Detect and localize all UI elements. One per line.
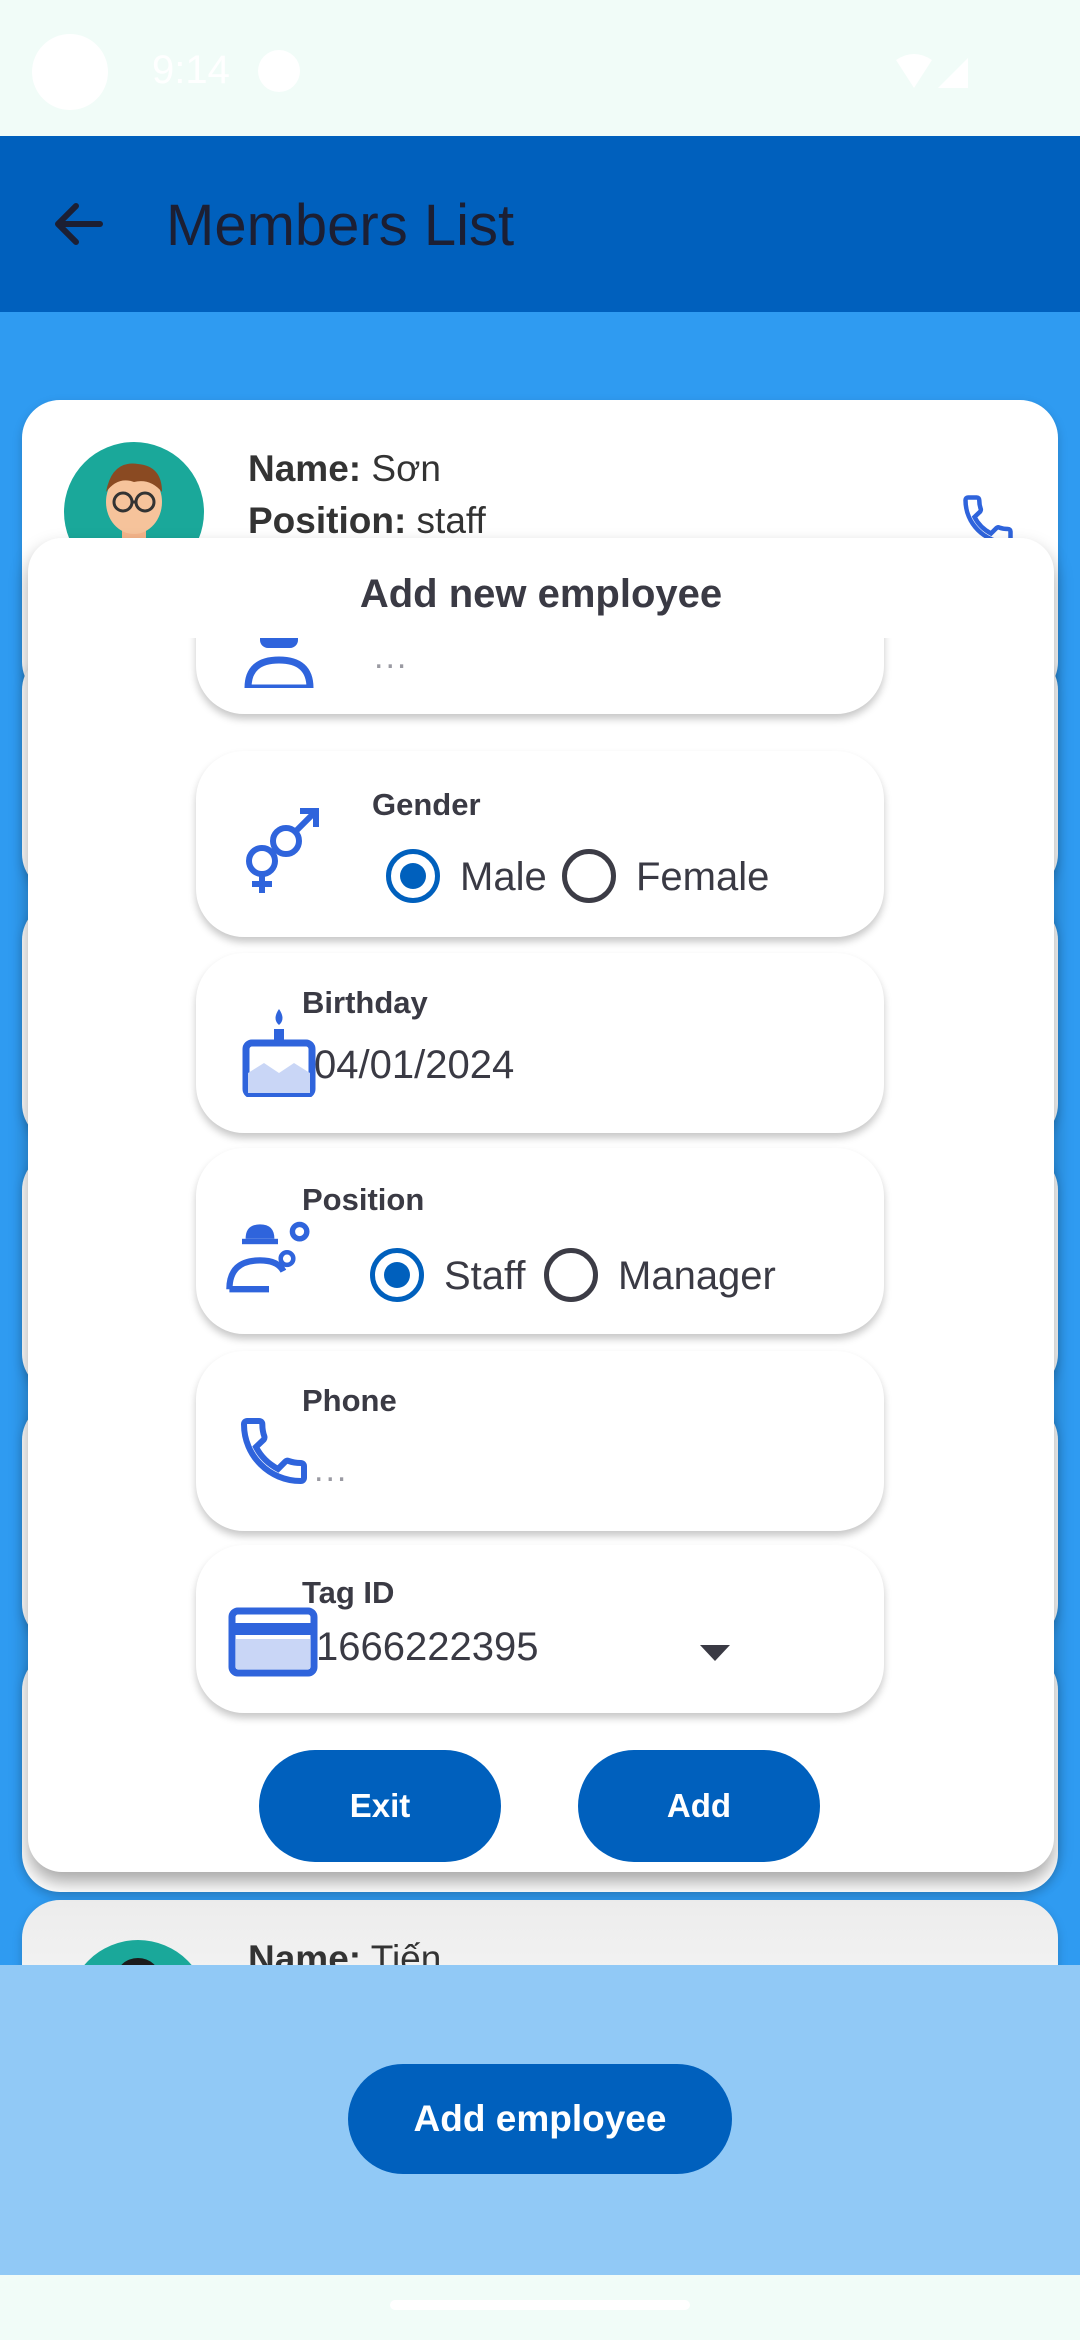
page-title: Members List (166, 193, 515, 258)
member-name: Name: Sơn (248, 448, 441, 489)
birthday-value[interactable]: 04/01/2024 (314, 1043, 514, 1088)
male-radio[interactable] (386, 849, 440, 903)
add-employee-dialog: Add new employee ... Gender Male Female … (28, 538, 1054, 1872)
position-label: Position (302, 1182, 425, 1217)
manager-radio[interactable] (544, 1248, 598, 1302)
dialog-title: Add new employee (359, 572, 723, 616)
tag-id-value[interactable]: 1666222395 (316, 1625, 538, 1670)
member-name: Name: Tiến (248, 1938, 442, 1965)
phone-icon (240, 1418, 307, 1485)
status-bar: 9:14 (0, 0, 1080, 136)
add-button[interactable]: Add (578, 1750, 820, 1862)
phone-placeholder: ... (314, 1451, 349, 1489)
male-label[interactable]: Male (460, 855, 547, 900)
gender-field: Gender Male Female (196, 751, 884, 937)
female-radio[interactable] (562, 849, 616, 903)
exit-button[interactable]: Exit (259, 1750, 501, 1862)
worker-gear-icon (226, 1221, 310, 1293)
tag-id-label: Tag ID (302, 1575, 395, 1610)
name-placeholder: ... (374, 638, 409, 676)
notification-dot-icon (32, 34, 108, 110)
wifi-signal-icon (896, 54, 968, 88)
dropdown-caret-icon[interactable] (700, 1645, 730, 1661)
app-bar: Members List (0, 136, 1080, 312)
staff-radio[interactable] (370, 1248, 424, 1302)
phone-field[interactable]: Phone ... (196, 1351, 884, 1531)
staff-label[interactable]: Staff (444, 1254, 526, 1299)
position-field: Position Staff Manager (196, 1148, 884, 1334)
avatar (68, 1940, 208, 1965)
tag-id-field[interactable]: Tag ID 1666222395 (196, 1545, 884, 1713)
gender-label: Gender (372, 787, 481, 822)
back-arrow-icon[interactable] (46, 192, 110, 256)
dialog-form[interactable]: ... Gender Male Female Birthday 04/01/20… (28, 638, 1054, 1738)
birthday-label: Birthday (302, 985, 428, 1020)
manager-label[interactable]: Manager (618, 1254, 776, 1299)
person-icon (244, 638, 314, 688)
gender-icon (246, 808, 319, 893)
female-label[interactable]: Female (636, 855, 769, 900)
member-position: Position: staff (248, 500, 486, 541)
name-field[interactable]: ... (196, 638, 884, 714)
status-time: 9:14 (152, 48, 230, 92)
add-employee-button[interactable]: Add employee (348, 2064, 732, 2174)
birthday-field[interactable]: Birthday 04/01/2024 (196, 953, 884, 1133)
status-indicator-icon (258, 50, 300, 92)
member-card[interactable]: Name: Tiến (22, 1900, 1058, 1965)
home-gesture-handle[interactable] (390, 2300, 690, 2310)
phone-label: Phone (302, 1383, 397, 1418)
